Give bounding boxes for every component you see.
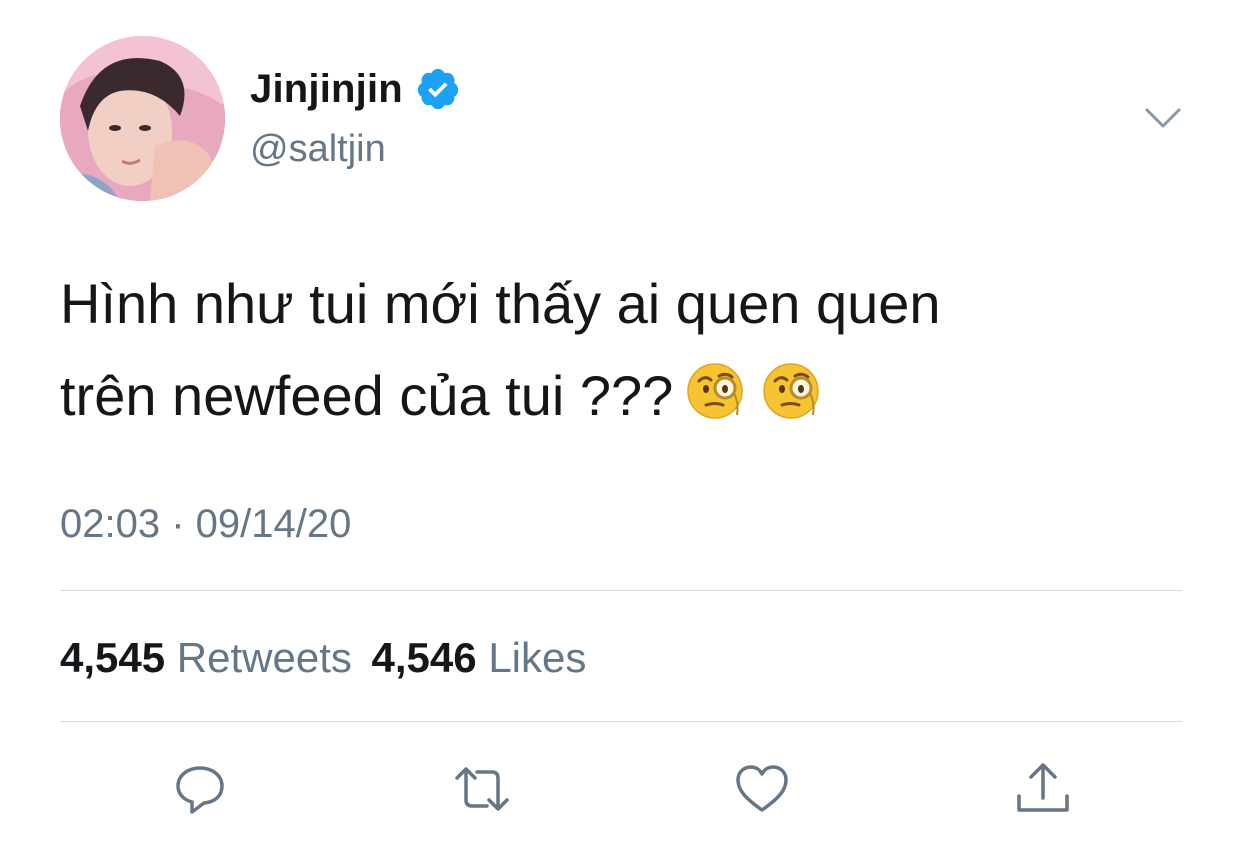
more-options-button[interactable] [1143, 104, 1183, 132]
divider [60, 721, 1182, 722]
tweet-stats: 4,545 Retweets 4,546 Likes [60, 634, 586, 682]
author-name-row: Jinjinjin [250, 66, 461, 112]
tweet-line-1: Hình như tui mới thấy ai quen quen [60, 272, 941, 335]
display-name[interactable]: Jinjinjin [250, 67, 403, 112]
avatar-image [60, 36, 225, 201]
retweets-stat[interactable]: 4,545 Retweets [60, 634, 364, 681]
face-with-monocle-icon [761, 359, 825, 423]
tweet-text: Hình như tui mới thấy ai quen quen trên … [60, 258, 1180, 442]
likes-label: Likes [488, 634, 587, 681]
retweet-button[interactable] [453, 760, 511, 818]
author-handle[interactable]: @saltjin [250, 128, 386, 171]
tweet-timestamp[interactable]: 02:03 · 09/14/20 [60, 502, 351, 547]
tweet-line-2-text: trên newfeed của tui ??? [60, 364, 674, 427]
retweets-label: Retweets [176, 634, 352, 681]
retweets-count: 4,545 [60, 634, 166, 681]
heart-icon [736, 765, 788, 812]
chevron-down-icon [1145, 108, 1181, 128]
reply-icon [176, 766, 224, 814]
tweet-line-2: trên newfeed của tui ??? [60, 350, 1180, 442]
likes-stat[interactable]: 4,546 Likes [372, 634, 587, 681]
share-button[interactable] [1014, 760, 1072, 818]
reply-button[interactable] [171, 760, 229, 818]
face-with-monocle-icon [685, 359, 749, 423]
share-icon [1017, 763, 1069, 812]
verified-badge-icon [417, 68, 459, 110]
likes-count: 4,546 [371, 634, 477, 681]
avatar[interactable] [60, 36, 225, 201]
like-button[interactable] [733, 760, 791, 818]
retweet-icon [455, 767, 509, 811]
divider [60, 590, 1182, 591]
